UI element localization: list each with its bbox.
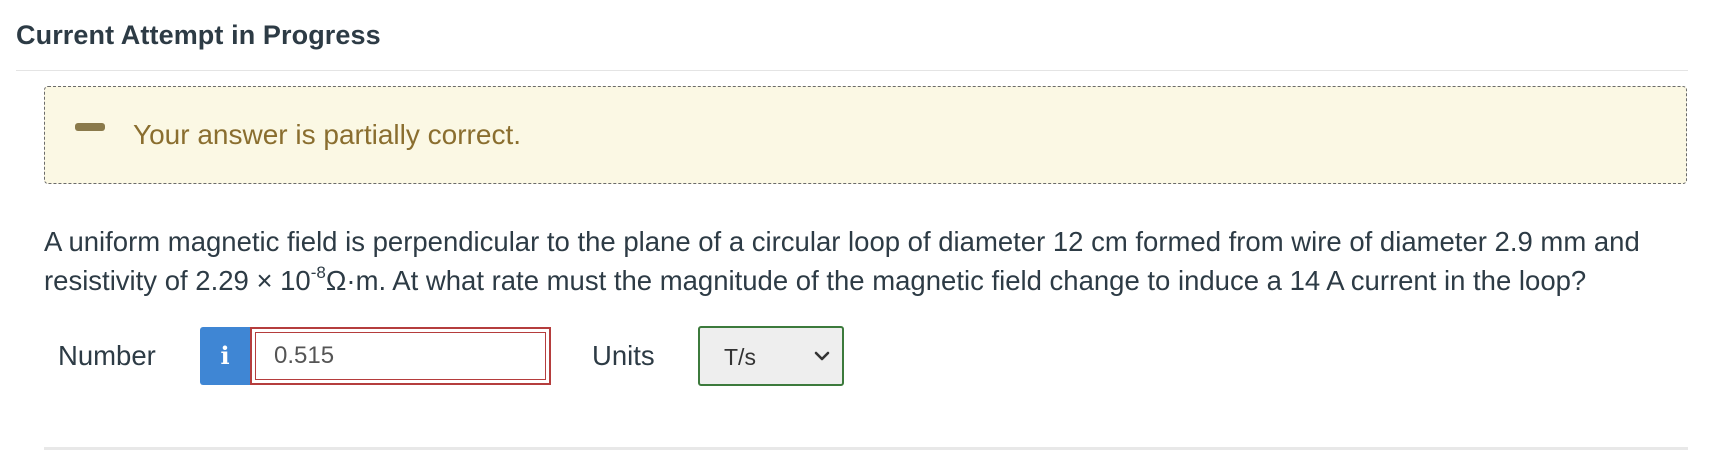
units-selected-value: T/s	[724, 344, 756, 370]
number-input-frame	[250, 327, 551, 385]
partial-dash-icon	[75, 123, 105, 131]
question-exponent: -8	[310, 262, 326, 282]
units-label: Units	[592, 340, 655, 371]
info-button[interactable]: i	[200, 327, 250, 385]
question-page: Current Attempt in Progress Your answer …	[0, 0, 1722, 450]
feedback-message: Your answer is partially correct.	[133, 119, 522, 150]
header-divider	[16, 70, 1688, 71]
chevron-down-icon	[814, 351, 830, 361]
question-text-part2: Ω·m. At what rate must the magnitude of …	[325, 265, 1587, 296]
info-icon: i	[220, 341, 230, 370]
number-answer-input[interactable]	[255, 332, 546, 380]
attempt-status-heading: Current Attempt in Progress	[16, 20, 381, 50]
number-label: Number	[58, 340, 156, 371]
answer-row: Number i Units T/s	[58, 326, 958, 386]
question-text: A uniform magnetic field is perpendicula…	[44, 222, 1694, 300]
units-select[interactable]: T/s	[698, 326, 844, 386]
partial-correct-feedback: Your answer is partially correct.	[44, 86, 1687, 184]
